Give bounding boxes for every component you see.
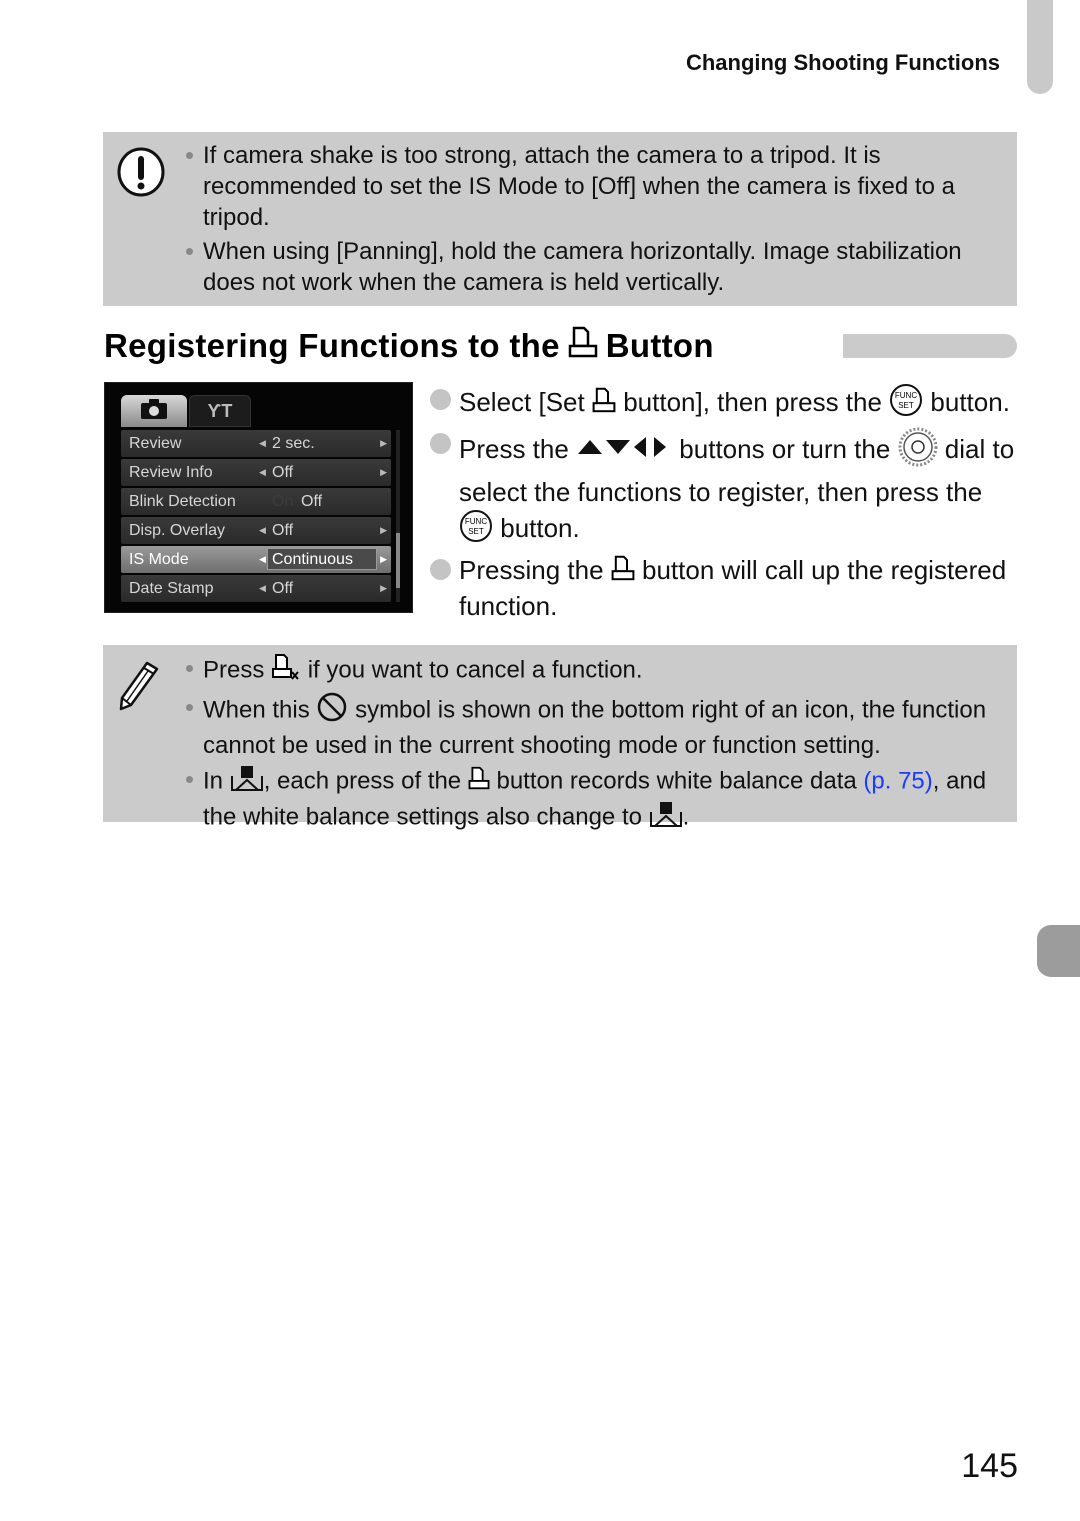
step-text: button], then press the: [623, 386, 882, 417]
title-decoration-bar: [843, 334, 1017, 358]
step-item: Select [Set button], then press the FUNC…: [430, 383, 1020, 425]
menu-label: Date Stamp: [129, 579, 214, 597]
note-text: When this: [203, 696, 310, 724]
menu-value: Off: [272, 463, 294, 481]
tools-tab[interactable]: ƳT: [189, 395, 251, 427]
camera-tab[interactable]: [121, 395, 187, 427]
right-arrow-icon: ▶: [380, 438, 387, 448]
right-arrow-icon: ▶: [380, 554, 387, 564]
section-title-text: Registering Functions to the: [104, 327, 560, 364]
menu-label: Review: [129, 434, 182, 452]
page-reference-link[interactable]: (p. 75): [863, 767, 932, 794]
note-text: .: [682, 803, 690, 831]
menu-row-review-info[interactable]: Review Info ◀ Off ▶: [121, 459, 391, 486]
shortcut-button-icon: [611, 555, 635, 589]
tools-tab-icon: ƳT: [207, 400, 233, 421]
step-text: button.: [930, 386, 1010, 417]
camera-tab-icon: [139, 398, 169, 425]
chapter-header: Changing Shooting Functions: [685, 50, 1000, 75]
left-arrow-icon: ◀: [259, 438, 266, 448]
shortcut-button-icon: [468, 766, 490, 798]
menu-value: 2 sec.: [272, 434, 315, 452]
menu-value: Continuous: [272, 550, 353, 568]
camera-menu-screenshot: ƳT Review ◀ 2 sec. ▶ Review Info ◀ Off ▶…: [104, 382, 413, 613]
chapter-side-tab: [1037, 925, 1080, 977]
menu-row-disp-overlay[interactable]: Disp. Overlay ◀ Off ▶: [121, 517, 391, 544]
menu-scroll-thumb[interactable]: [396, 533, 400, 588]
step-item: Pressing the button will call up the reg…: [430, 553, 1020, 623]
menu-tabs: ƳT: [121, 395, 251, 427]
step-text: Press the: [459, 433, 569, 464]
menu-label: Blink Detection: [129, 492, 236, 510]
menu-value: Off: [301, 492, 323, 510]
note-text: Press: [203, 656, 265, 684]
caution-exclamation-icon: [115, 146, 167, 203]
step-text: buttons or turn the: [679, 433, 891, 464]
menu-row-is-mode[interactable]: IS Mode ◀ Continuous ▶: [121, 546, 391, 573]
page-number: 145: [961, 1447, 1018, 1485]
section-title: Registering Functions to the Button: [104, 326, 714, 366]
prohibited-symbol-icon: [316, 692, 348, 730]
caution-box: If camera shake is too strong, attach th…: [103, 132, 1017, 306]
cancel-shortcut-icon: [271, 653, 301, 689]
section-title-text-end: Button: [605, 327, 714, 364]
left-arrow-icon: ◀: [259, 525, 266, 535]
caution-item: If camera shake is too strong, attach th…: [183, 140, 1009, 233]
instruction-steps: Select [Set button], then press the FUNC…: [430, 383, 1020, 625]
right-arrow-icon: ▶: [380, 525, 387, 535]
note-item: When this symbol is shown on the bottom …: [183, 692, 1009, 761]
menu-row-review[interactable]: Review ◀ 2 sec. ▶: [121, 430, 391, 457]
note-text: if you want to cancel a function.: [307, 656, 643, 684]
func-set-button-icon: FUNC SET: [459, 509, 493, 551]
left-arrow-icon: ◀: [259, 583, 266, 593]
shortcut-button-icon: [592, 387, 616, 421]
settings-menu: Review ◀ 2 sec. ▶ Review Info ◀ Off ▶ Bl…: [121, 430, 391, 604]
note-list: Press if you want to cancel a function. …: [183, 653, 1009, 839]
svg-text:SET: SET: [898, 401, 914, 410]
func-set-button-icon: FUNC SET: [889, 383, 923, 425]
custom-white-balance-icon: [230, 764, 264, 800]
svg-text:SET: SET: [468, 527, 484, 536]
svg-text:FUNC: FUNC: [465, 517, 487, 526]
note-text: In: [203, 767, 224, 795]
menu-label: IS Mode: [129, 550, 189, 568]
note-text: button records white balance data: [496, 767, 857, 795]
step-text: button.: [500, 512, 580, 543]
pencil-note-icon: [117, 659, 161, 716]
menu-label: Review Info: [129, 463, 213, 481]
shortcut-button-icon: [568, 326, 598, 366]
custom-white-balance-icon: [649, 800, 683, 836]
menu-row-blink-detection[interactable]: Blink Detection On Off: [121, 488, 391, 515]
note-item: In , each press of the button records wh…: [183, 764, 1009, 836]
menu-row-date-stamp[interactable]: Date Stamp ◀ Off ▶: [121, 575, 391, 602]
caution-item: When using [Panning], hold the camera ho…: [183, 236, 1009, 298]
menu-value: Off: [272, 579, 294, 597]
left-arrow-icon: ◀: [259, 554, 266, 564]
note-text: , each press of the: [263, 767, 462, 795]
control-dial-icon: [898, 427, 938, 475]
right-arrow-icon: ▶: [380, 467, 387, 477]
step-text: Pressing the: [459, 555, 604, 585]
menu-option-disabled: On: [272, 492, 294, 510]
caution-list: If camera shake is too strong, attach th…: [183, 140, 1009, 301]
menu-value: Off: [272, 521, 294, 539]
step-item: Press the buttons or turn the dial to se…: [430, 427, 1020, 551]
direction-arrows-icon: [576, 434, 672, 468]
left-arrow-icon: ◀: [259, 467, 266, 477]
svg-text:FUNC: FUNC: [895, 391, 917, 400]
step-text: Select [Set: [459, 386, 585, 417]
note-box: Press if you want to cancel a function. …: [103, 645, 1017, 830]
note-item: Press if you want to cancel a function.: [183, 653, 1009, 689]
chapter-tab-marker: [1027, 0, 1053, 94]
right-arrow-icon: ▶: [380, 583, 387, 593]
menu-label: Disp. Overlay: [129, 521, 226, 539]
